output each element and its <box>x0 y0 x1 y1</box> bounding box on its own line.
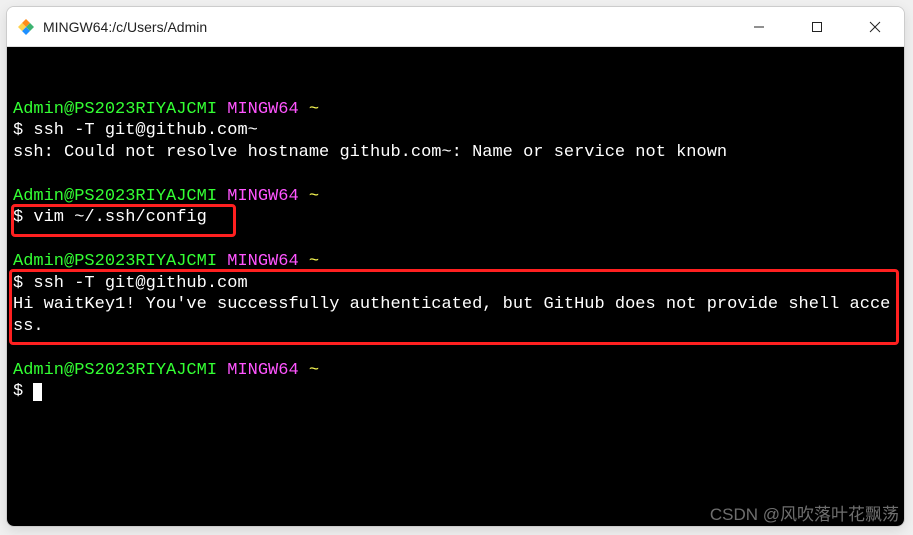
prompt-symbol: $ <box>13 274 23 293</box>
app-icon <box>17 18 35 36</box>
output-text: ssh: Could not resolve hostname github.c… <box>13 143 727 162</box>
output-text: Hi waitKey1! You've successfully authent… <box>13 295 890 336</box>
prompt-env: MINGW64 <box>227 187 298 206</box>
command-text: ssh -T git@github.com <box>33 274 247 293</box>
prompt-symbol: $ <box>13 382 23 401</box>
terminal-area[interactable]: Admin@PS2023RIYAJCMI MINGW64 ~ $ ssh -T … <box>7 47 904 526</box>
prompt-env: MINGW64 <box>227 252 298 271</box>
maximize-button[interactable] <box>788 7 846 46</box>
close-button[interactable] <box>846 7 904 46</box>
prompt-cwd: ~ <box>309 252 319 271</box>
prompt-userhost: Admin@PS2023RIYAJCMI <box>13 361 217 380</box>
prompt-cwd: ~ <box>309 100 319 119</box>
prompt-env: MINGW64 <box>227 100 298 119</box>
prompt-userhost: Admin@PS2023RIYAJCMI <box>13 252 217 271</box>
app-window: MINGW64:/c/Users/Admin Admin@PS2023RIYAJ… <box>6 6 905 527</box>
prompt-symbol: $ <box>13 208 23 227</box>
prompt-symbol: $ <box>13 121 23 140</box>
window-title: MINGW64:/c/Users/Admin <box>43 19 207 35</box>
prompt-env: MINGW64 <box>227 361 298 380</box>
prompt-userhost: Admin@PS2023RIYAJCMI <box>13 100 217 119</box>
prompt-cwd: ~ <box>309 361 319 380</box>
titlebar[interactable]: MINGW64:/c/Users/Admin <box>7 7 904 47</box>
window-controls <box>730 7 904 46</box>
cursor <box>33 383 42 401</box>
terminal-block: Admin@PS2023RIYAJCMI MINGW64 ~ $ ssh -T … <box>13 99 898 404</box>
prompt-cwd: ~ <box>309 187 319 206</box>
prompt-userhost: Admin@PS2023RIYAJCMI <box>13 187 217 206</box>
command-text: ssh -T git@github.com~ <box>33 121 257 140</box>
minimize-button[interactable] <box>730 7 788 46</box>
command-text: vim ~/.ssh/config <box>33 208 206 227</box>
